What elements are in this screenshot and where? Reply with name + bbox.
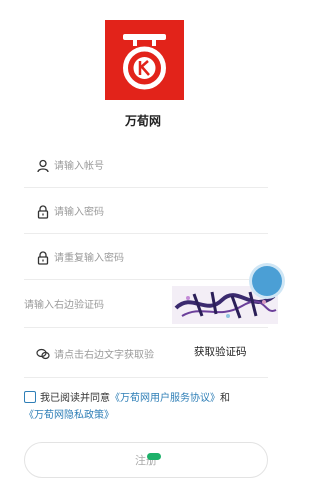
register-button[interactable]: 注册 <box>24 442 268 478</box>
captcha-input[interactable] <box>24 293 164 317</box>
lock-icon <box>37 251 49 265</box>
agreement: 我已阅读并同意《万荀网用户服务协议》和《万荀网隐私政策》 <box>24 390 274 424</box>
agreement-and: 和 <box>220 393 230 404</box>
password-input[interactable] <box>54 200 254 224</box>
floating-badge-icon[interactable] <box>252 266 282 296</box>
agreement-checkbox[interactable] <box>24 391 36 403</box>
kuaikan-logo-icon <box>123 34 166 90</box>
privacy-policy-link[interactable]: 《万荀网隐私政策》 <box>24 410 114 421</box>
account-input[interactable] <box>54 154 254 178</box>
account-row <box>24 144 268 188</box>
user-icon <box>37 159 49 173</box>
app-name: 万荀网 <box>124 114 161 128</box>
lock-icon <box>37 205 49 219</box>
app-logo <box>105 20 184 100</box>
confirm-password-row <box>24 236 268 280</box>
sms-code-row: 获取验证码 <box>24 332 268 378</box>
agreement-prefix: 我已阅读并同意 <box>40 393 110 404</box>
captcha-row <box>24 282 278 328</box>
password-row <box>24 190 268 234</box>
user-agreement-link[interactable]: 《万荀网用户服务协议》 <box>110 393 220 404</box>
chat-bubble-icon <box>36 348 50 360</box>
get-sms-code-button[interactable]: 获取验证码 <box>194 344 247 359</box>
loading-indicator-icon <box>147 453 161 460</box>
sms-code-input[interactable] <box>54 343 184 367</box>
confirm-password-input[interactable] <box>54 246 254 270</box>
